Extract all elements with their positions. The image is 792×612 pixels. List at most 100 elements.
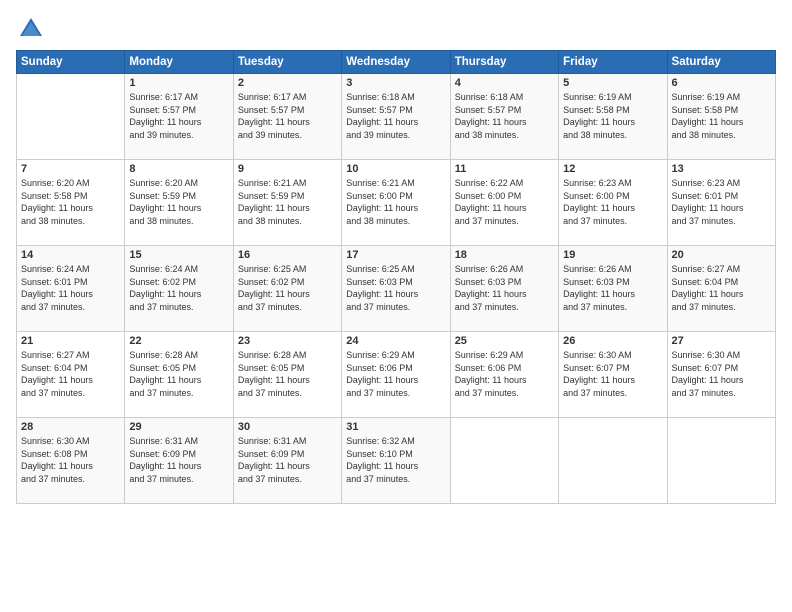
calendar-cell: 4 Sunrise: 6:18 AM Sunset: 5:57 PM Daylig… [450,74,558,160]
day-number: 8 [129,163,228,175]
day-info: Sunrise: 6:19 AM Sunset: 5:58 PM Dayligh… [563,91,662,141]
calendar-cell: 6Sunrise: 6:19 AM Sunset: 5:58 PM Daylig… [667,74,775,160]
day-number: 19 [563,249,662,261]
page: SundayMondayTuesdayWednesdayThursdayFrid… [0,0,792,612]
day-info: Sunrise: 6:24 AM Sunset: 6:02 PM Dayligh… [129,263,228,313]
logo-icon [16,14,46,44]
day-number: 4 [455,77,554,89]
calendar-header-thursday: Thursday [450,51,558,74]
day-number: 30 [238,421,337,433]
day-info: Sunrise: 6:18 AM Sunset: 5:57 PM Dayligh… [455,91,554,141]
day-info: Sunrise: 6:22 AM Sunset: 6:00 PM Dayligh… [455,177,554,227]
calendar-cell: 5 Sunrise: 6:19 AM Sunset: 5:58 PM Daylig… [559,74,667,160]
calendar-cell: 13 Sunrise: 6:23 AM Sunset: 6:01 PM Dayli… [667,160,775,246]
day-number: 22 [129,335,228,347]
day-info: Sunrise: 6:30 AM Sunset: 6:07 PM Dayligh… [672,349,771,399]
day-number: 14 [21,249,120,261]
calendar-header-monday: Monday [125,51,233,74]
day-info: Sunrise: 6:31 AM Sunset: 6:09 PM Dayligh… [129,435,228,485]
day-info: Sunrise: 6:29 AM Sunset: 6:06 PM Dayligh… [346,349,445,399]
day-info: Sunrise: 6:25 AM Sunset: 6:02 PM Dayligh… [238,263,337,313]
calendar-cell: 14 Sunrise: 6:24 AM Sunset: 6:01 PM Dayli… [17,246,125,332]
calendar-cell: 22 Sunrise: 6:28 AM Sunset: 6:05 PM Dayli… [125,332,233,418]
day-number: 13 [672,163,771,175]
calendar-cell: 12 Sunrise: 6:23 AM Sunset: 6:00 PM Dayli… [559,160,667,246]
day-info: Sunrise: 6:24 AM Sunset: 6:01 PM Dayligh… [21,263,120,313]
day-number: 2 [238,77,337,89]
calendar-cell: 9 Sunrise: 6:21 AM Sunset: 5:59 PM Daylig… [233,160,341,246]
calendar-cell: 8 Sunrise: 6:20 AM Sunset: 5:59 PM Daylig… [125,160,233,246]
day-info: Sunrise: 6:30 AM Sunset: 6:07 PM Dayligh… [563,349,662,399]
calendar-cell: 24 Sunrise: 6:29 AM Sunset: 6:06 PM Dayli… [342,332,450,418]
calendar-cell [450,418,558,504]
calendar-cell: 18 Sunrise: 6:26 AM Sunset: 6:03 PM Dayli… [450,246,558,332]
calendar-cell: 11 Sunrise: 6:22 AM Sunset: 6:00 PM Dayli… [450,160,558,246]
day-info: Sunrise: 6:23 AM Sunset: 6:00 PM Dayligh… [563,177,662,227]
day-info: Sunrise: 6:20 AM Sunset: 5:58 PM Dayligh… [21,177,120,227]
day-number: 18 [455,249,554,261]
calendar-cell: 16 Sunrise: 6:25 AM Sunset: 6:02 PM Dayli… [233,246,341,332]
calendar-cell: 30 Sunrise: 6:31 AM Sunset: 6:09 PM Dayli… [233,418,341,504]
day-info: Sunrise: 6:21 AM Sunset: 5:59 PM Dayligh… [238,177,337,227]
calendar-header-sunday: Sunday [17,51,125,74]
calendar-cell: 10 Sunrise: 6:21 AM Sunset: 6:00 PM Dayli… [342,160,450,246]
day-info: Sunrise: 6:20 AM Sunset: 5:59 PM Dayligh… [129,177,228,227]
calendar-cell [667,418,775,504]
day-number: 1 [129,77,228,89]
calendar-week-1: 1 Sunrise: 6:17 AM Sunset: 5:57 PM Daylig… [17,74,776,160]
day-number: 6 [672,77,771,89]
day-number: 11 [455,163,554,175]
day-number: 26 [563,335,662,347]
day-number: 9 [238,163,337,175]
day-number: 24 [346,335,445,347]
calendar-header-saturday: Saturday [667,51,775,74]
calendar-cell: 1 Sunrise: 6:17 AM Sunset: 5:57 PM Daylig… [125,74,233,160]
calendar-header-wednesday: Wednesday [342,51,450,74]
day-number: 5 [563,77,662,89]
day-info: Sunrise: 6:28 AM Sunset: 6:05 PM Dayligh… [129,349,228,399]
day-info: Sunrise: 6:23 AM Sunset: 6:01 PM Dayligh… [672,177,771,227]
calendar-header-tuesday: Tuesday [233,51,341,74]
day-number: 7 [21,163,120,175]
calendar-cell: 29Sunrise: 6:31 AM Sunset: 6:09 PM Dayli… [125,418,233,504]
calendar-cell [17,74,125,160]
calendar-cell: 3 Sunrise: 6:18 AM Sunset: 5:57 PM Daylig… [342,74,450,160]
day-number: 17 [346,249,445,261]
day-info: Sunrise: 6:17 AM Sunset: 5:57 PM Dayligh… [129,91,228,141]
calendar-cell: 31 Sunrise: 6:32 AM Sunset: 6:10 PM Dayli… [342,418,450,504]
logo [16,14,50,44]
day-info: Sunrise: 6:18 AM Sunset: 5:57 PM Dayligh… [346,91,445,141]
calendar-cell: 17 Sunrise: 6:25 AM Sunset: 6:03 PM Dayli… [342,246,450,332]
day-info: Sunrise: 6:26 AM Sunset: 6:03 PM Dayligh… [455,263,554,313]
day-info: Sunrise: 6:28 AM Sunset: 6:05 PM Dayligh… [238,349,337,399]
day-info: Sunrise: 6:25 AM Sunset: 6:03 PM Dayligh… [346,263,445,313]
day-number: 21 [21,335,120,347]
day-number: 16 [238,249,337,261]
calendar-cell: 15Sunrise: 6:24 AM Sunset: 6:02 PM Dayli… [125,246,233,332]
calendar-week-5: 28Sunrise: 6:30 AM Sunset: 6:08 PM Dayli… [17,418,776,504]
calendar-cell: 21 Sunrise: 6:27 AM Sunset: 6:04 PM Dayli… [17,332,125,418]
day-info: Sunrise: 6:26 AM Sunset: 6:03 PM Dayligh… [563,263,662,313]
calendar-header-friday: Friday [559,51,667,74]
calendar-cell: 7 Sunrise: 6:20 AM Sunset: 5:58 PM Daylig… [17,160,125,246]
day-info: Sunrise: 6:21 AM Sunset: 6:00 PM Dayligh… [346,177,445,227]
day-info: Sunrise: 6:27 AM Sunset: 6:04 PM Dayligh… [21,349,120,399]
day-info: Sunrise: 6:31 AM Sunset: 6:09 PM Dayligh… [238,435,337,485]
calendar-week-3: 14 Sunrise: 6:24 AM Sunset: 6:01 PM Dayli… [17,246,776,332]
day-number: 3 [346,77,445,89]
calendar-cell: 25Sunrise: 6:29 AM Sunset: 6:06 PM Dayli… [450,332,558,418]
day-number: 31 [346,421,445,433]
calendar-cell: 2Sunrise: 6:17 AM Sunset: 5:57 PM Daylig… [233,74,341,160]
day-number: 25 [455,335,554,347]
calendar-table: SundayMondayTuesdayWednesdayThursdayFrid… [16,50,776,504]
calendar-cell: 20Sunrise: 6:27 AM Sunset: 6:04 PM Dayli… [667,246,775,332]
day-number: 28 [21,421,120,433]
calendar-week-2: 7 Sunrise: 6:20 AM Sunset: 5:58 PM Daylig… [17,160,776,246]
calendar-cell: 27 Sunrise: 6:30 AM Sunset: 6:07 PM Dayli… [667,332,775,418]
day-number: 27 [672,335,771,347]
day-info: Sunrise: 6:32 AM Sunset: 6:10 PM Dayligh… [346,435,445,485]
calendar-cell: 19 Sunrise: 6:26 AM Sunset: 6:03 PM Dayli… [559,246,667,332]
calendar-cell: 26 Sunrise: 6:30 AM Sunset: 6:07 PM Dayli… [559,332,667,418]
day-number: 12 [563,163,662,175]
day-number: 10 [346,163,445,175]
